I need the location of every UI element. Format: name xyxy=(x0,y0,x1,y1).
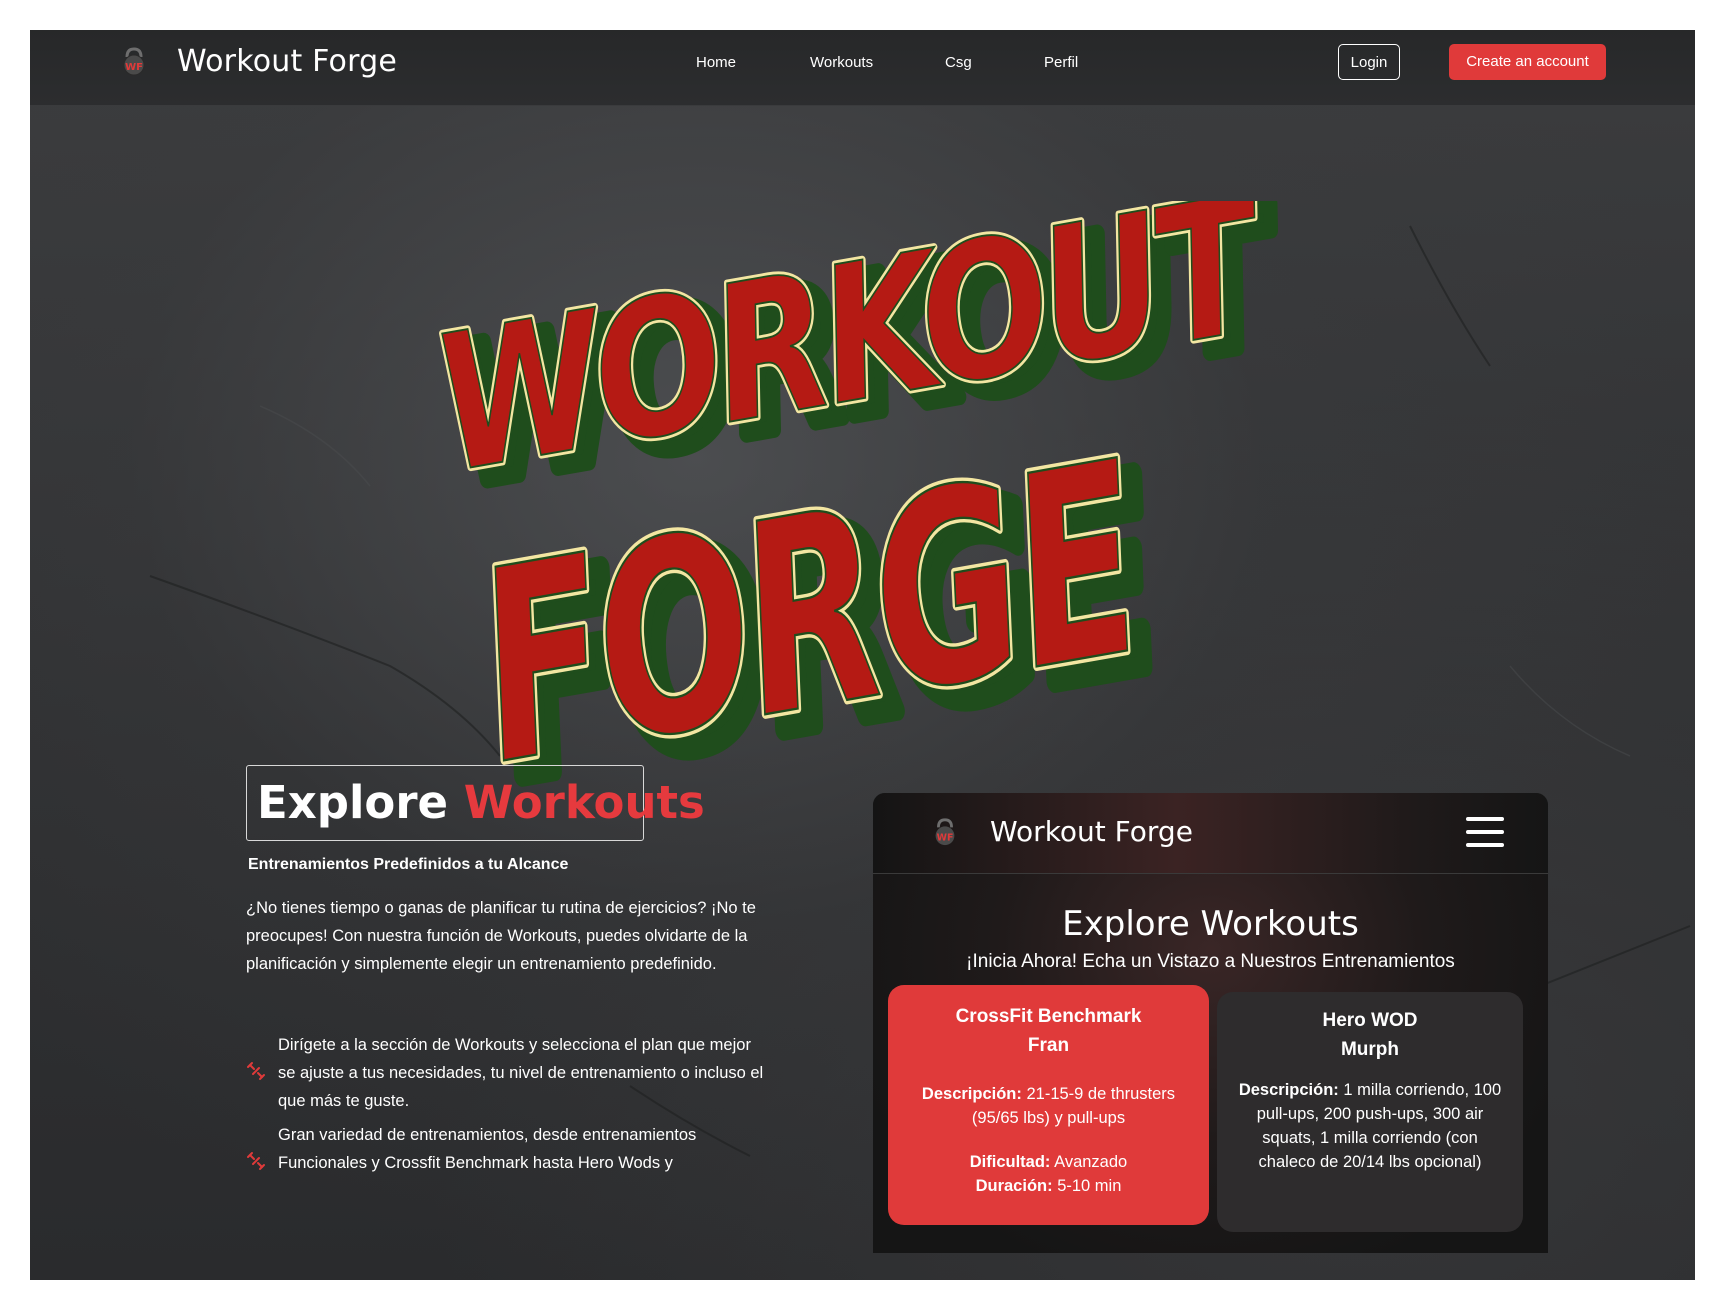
feature-bullet: Dirígete a la sección de Workouts y sele… xyxy=(246,1031,766,1121)
card-difficulty-label: Dificultad: xyxy=(969,1153,1051,1171)
explore-heading-white: Explore xyxy=(257,776,449,829)
nav-link-csg[interactable]: Csg xyxy=(945,54,972,71)
workout-forge-hero-logo: WORKOUT WORKOUT WORKOUT WORKOUT FORGE FO… xyxy=(420,201,1310,821)
workout-card-fran: CrossFit Benchmark Fran Descripción: 21-… xyxy=(888,985,1209,1225)
card-difficulty: Avanzado xyxy=(1054,1153,1128,1171)
feature-bullet: Gran variedad de entrenamientos, desde e… xyxy=(246,1121,766,1191)
explore-heading-red: Workouts xyxy=(463,776,705,829)
mobile-preview-mockup: WF Workout Forge Explore Workouts ¡Inici… xyxy=(873,793,1548,1253)
kettlebell-logo-icon: WF xyxy=(935,818,955,846)
card-desc-label: Descripción: xyxy=(921,1085,1022,1103)
login-button[interactable]: Login xyxy=(1338,44,1400,80)
nav-link-perfil[interactable]: Perfil xyxy=(1044,54,1078,71)
workout-card-murph: Hero WOD Murph Descripción: 1 milla corr… xyxy=(1217,992,1523,1232)
mobile-explore-title: Explore Workouts xyxy=(1062,904,1359,944)
explore-paragraph: ¿No tienes tiempo o ganas de planificar … xyxy=(246,899,756,973)
browser-viewport: WF Workout Forge Home Workouts Csg Perfi… xyxy=(30,30,1695,1280)
feature-bullet-text: Dirígete a la sección de Workouts y sele… xyxy=(278,1036,764,1110)
dumbbell-icon xyxy=(247,1062,265,1080)
create-account-button[interactable]: Create an account xyxy=(1449,44,1606,80)
nav-link-home[interactable]: Home xyxy=(696,54,736,71)
card-desc-label: Descripción: xyxy=(1238,1081,1339,1099)
feature-bullet-text: Gran variedad de entrenamientos, desde e… xyxy=(278,1126,697,1172)
hamburger-menu-icon xyxy=(1466,815,1506,849)
mobile-brand-title: Workout Forge xyxy=(990,815,1193,848)
top-navbar: WF Workout Forge Home Workouts Csg Perfi… xyxy=(30,30,1695,106)
nav-brand-title[interactable]: Workout Forge xyxy=(177,44,397,79)
card-workout-name: Murph xyxy=(1340,1039,1400,1060)
mobile-navbar: WF Workout Forge xyxy=(873,793,1548,874)
dumbbell-icon xyxy=(247,1152,265,1170)
explore-subtitle: Entrenamientos Predefinidos a tu Alcance xyxy=(248,856,569,873)
kettlebell-logo-icon[interactable]: WF xyxy=(118,46,150,78)
card-workout-name: Fran xyxy=(1027,1035,1070,1056)
explore-workouts-heading: Explore Workouts xyxy=(246,765,705,841)
svg-text:WF: WF xyxy=(125,62,143,73)
svg-text:WF: WF xyxy=(937,832,954,843)
card-duration-label: Duración: xyxy=(975,1177,1053,1195)
mobile-explore-subtitle: ¡Inicia Ahora! Echa un Vistazo a Nuestro… xyxy=(966,951,1455,972)
nav-link-workouts[interactable]: Workouts xyxy=(810,54,873,71)
card-duration: 5-10 min xyxy=(1057,1177,1122,1195)
card-category: CrossFit Benchmark xyxy=(955,1006,1142,1027)
card-category: Hero WOD xyxy=(1322,1010,1418,1031)
